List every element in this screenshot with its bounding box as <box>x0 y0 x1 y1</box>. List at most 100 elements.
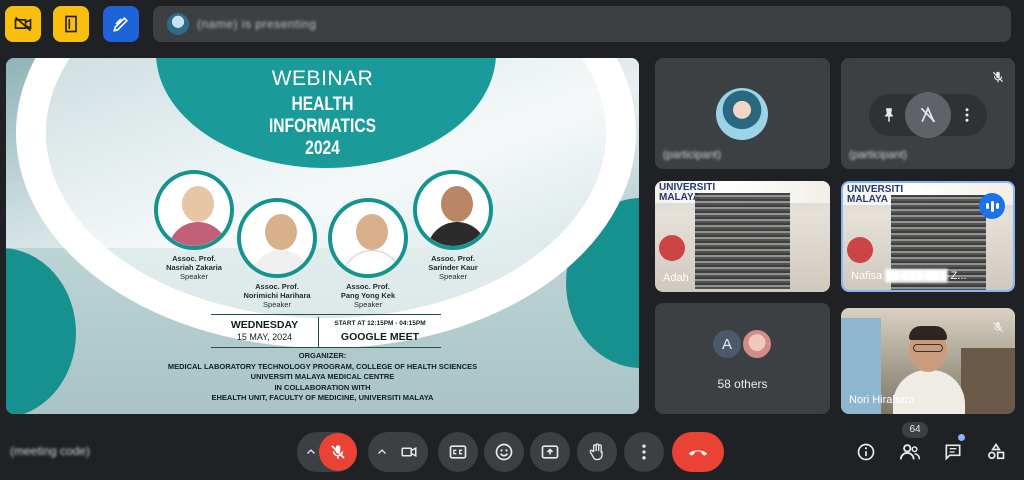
door-icon <box>65 15 77 33</box>
organizer-block: ORGANIZER: MEDICAL LABORATORY TECHNOLOGY… <box>6 351 639 404</box>
organizer-line: IN COLLABORATION WITH <box>274 382 371 392</box>
raise-hand-button[interactable] <box>577 432 617 472</box>
muted-indicator <box>991 70 1005 84</box>
more-options-button[interactable] <box>624 432 664 472</box>
mic-off-icon <box>992 71 1004 83</box>
pause-icon <box>920 106 936 123</box>
emoji-icon <box>495 443 513 461</box>
slide-title-line3: 2024 <box>305 138 340 159</box>
speaker-photo <box>413 170 493 250</box>
reactions-button[interactable] <box>484 432 524 472</box>
participant-tile[interactable]: UNIVERSITI MALAYA Adah <box>655 181 830 292</box>
speaker-photo <box>154 170 234 250</box>
info-icon <box>857 443 875 461</box>
tile-hover-controls <box>869 92 987 138</box>
breakout-button[interactable] <box>53 6 89 42</box>
participant-name: Nori Hirahara <box>849 394 915 406</box>
speaker-role: Speaker <box>439 272 467 281</box>
mic-off-icon <box>992 321 1004 333</box>
speaker-name: Pang Yong Kek <box>340 291 396 300</box>
speaker-title: Assoc. Prof. <box>346 282 390 291</box>
speaker-card: Assoc. Prof. Sarinder Kaur Speaker <box>409 170 497 281</box>
mic-control <box>297 432 357 472</box>
speaker-name: Norimichi Harihara <box>243 291 311 300</box>
more-icon <box>965 108 969 122</box>
end-call-icon <box>688 450 708 456</box>
speaker-card: Assoc. Prof. Pang Yong Kek Speaker <box>324 198 412 309</box>
camera-status-button[interactable] <box>5 6 41 42</box>
meeting-details-button[interactable] <box>850 436 882 468</box>
organizer-label: ORGANIZER: <box>298 351 347 360</box>
presenter-chip[interactable]: (name) is presenting <box>153 6 1011 42</box>
presenter-name: (name) is presenting <box>197 17 317 31</box>
meeting-code: (meeting code) <box>10 444 91 458</box>
captions-button[interactable] <box>438 432 478 472</box>
event-info-box: WEDNESDAY 15 MAY, 2024 START AT 12:15PM … <box>211 314 441 348</box>
more-icon <box>642 444 646 460</box>
avatar <box>741 328 773 360</box>
speaker-title: Assoc. Prof. <box>255 282 299 291</box>
pen-icon <box>113 16 129 32</box>
presentation-stage[interactable]: WEBINAR HEALTH INFORMATICS 2024 Assoc. P… <box>6 58 639 414</box>
video-feed-blur <box>695 193 790 289</box>
avatar <box>716 88 768 140</box>
pause-video-button[interactable] <box>904 92 951 138</box>
microphone-button[interactable] <box>319 433 357 471</box>
participant-tile[interactable]: UNIVERSITI MALAYA Nafisa ████████ Z... <box>841 181 1015 292</box>
participant-name: Adah <box>663 272 689 284</box>
camera-button[interactable] <box>390 433 428 471</box>
chevron-up-icon[interactable] <box>376 446 388 458</box>
tile-more-button[interactable] <box>958 106 976 124</box>
chat-icon <box>945 444 961 461</box>
people-button[interactable] <box>894 436 926 468</box>
leave-call-button[interactable] <box>672 432 724 472</box>
mic-off-icon <box>331 445 345 459</box>
others-count: 58 others <box>717 377 768 391</box>
speaker-title: Assoc. Prof. <box>172 254 216 263</box>
participant-tile[interactable]: (participant) <box>655 58 830 169</box>
muted-indicator <box>991 320 1005 334</box>
slide-title-line1: HEALTH <box>291 94 354 115</box>
slide-heading: WEBINAR <box>271 67 374 90</box>
speaker-card: Assoc. Prof. Nasriah Zakaria Speaker <box>150 170 238 281</box>
people-icon <box>899 444 920 460</box>
chevron-up-icon[interactable] <box>305 446 317 458</box>
whiteboard-button[interactable] <box>103 6 139 42</box>
speaker-photo <box>237 198 317 278</box>
event-platform: GOOGLE MEET <box>340 331 420 343</box>
participant-first-name: Nafisa <box>851 270 883 282</box>
event-date: 15 MAY, 2024 <box>236 332 293 342</box>
meet-window: (name) is presenting WEBINAR HEALTH INFO… <box>0 0 1024 480</box>
speaker-photo <box>328 198 408 278</box>
others-tile[interactable]: A 58 others <box>655 303 830 414</box>
participant-name: (participant) <box>663 149 722 161</box>
avatar: A <box>711 328 743 360</box>
present-button[interactable] <box>530 432 570 472</box>
video-off-icon <box>14 16 32 32</box>
participant-tile[interactable]: (participant) <box>841 58 1015 169</box>
participant-tile[interactable]: Nori Hirahara <box>841 308 1015 414</box>
speaker-role: Speaker <box>354 300 382 309</box>
chat-notification-dot <box>958 434 965 441</box>
chat-button[interactable] <box>937 436 969 468</box>
background-decoration <box>659 235 685 261</box>
presenter-avatar <box>167 13 189 35</box>
camera-icon <box>401 447 417 457</box>
pin-button[interactable] <box>880 106 898 124</box>
background-decoration <box>847 237 873 263</box>
speaker-title: Assoc. Prof. <box>431 254 475 263</box>
speaker-role: Speaker <box>180 272 208 281</box>
organizer-line: MEDICAL LABORATORY TECHNOLOGY PROGRAM, C… <box>167 361 478 371</box>
camera-control <box>368 432 428 472</box>
activities-icon <box>988 442 1005 460</box>
activities-button[interactable] <box>980 436 1012 468</box>
hand-icon <box>589 443 603 461</box>
speaker-role: Speaker <box>263 300 291 309</box>
speaker-name: Sarinder Kaur <box>428 263 478 272</box>
event-time: START AT 12:15PM - 04:15PM <box>334 320 426 327</box>
speaker-card: Assoc. Prof. Norimichi Harihara Speaker <box>233 198 321 309</box>
organizer-line: UNIVERSITI MALAYA MEDICAL CENTRE <box>250 372 395 381</box>
participant-name: (participant) <box>849 149 908 161</box>
organizer-line: EHEALTH UNIT, FACULTY OF MEDICINE, UNIVE… <box>211 393 434 402</box>
slide-title: HEALTH INFORMATICS 2024 <box>63 94 582 160</box>
